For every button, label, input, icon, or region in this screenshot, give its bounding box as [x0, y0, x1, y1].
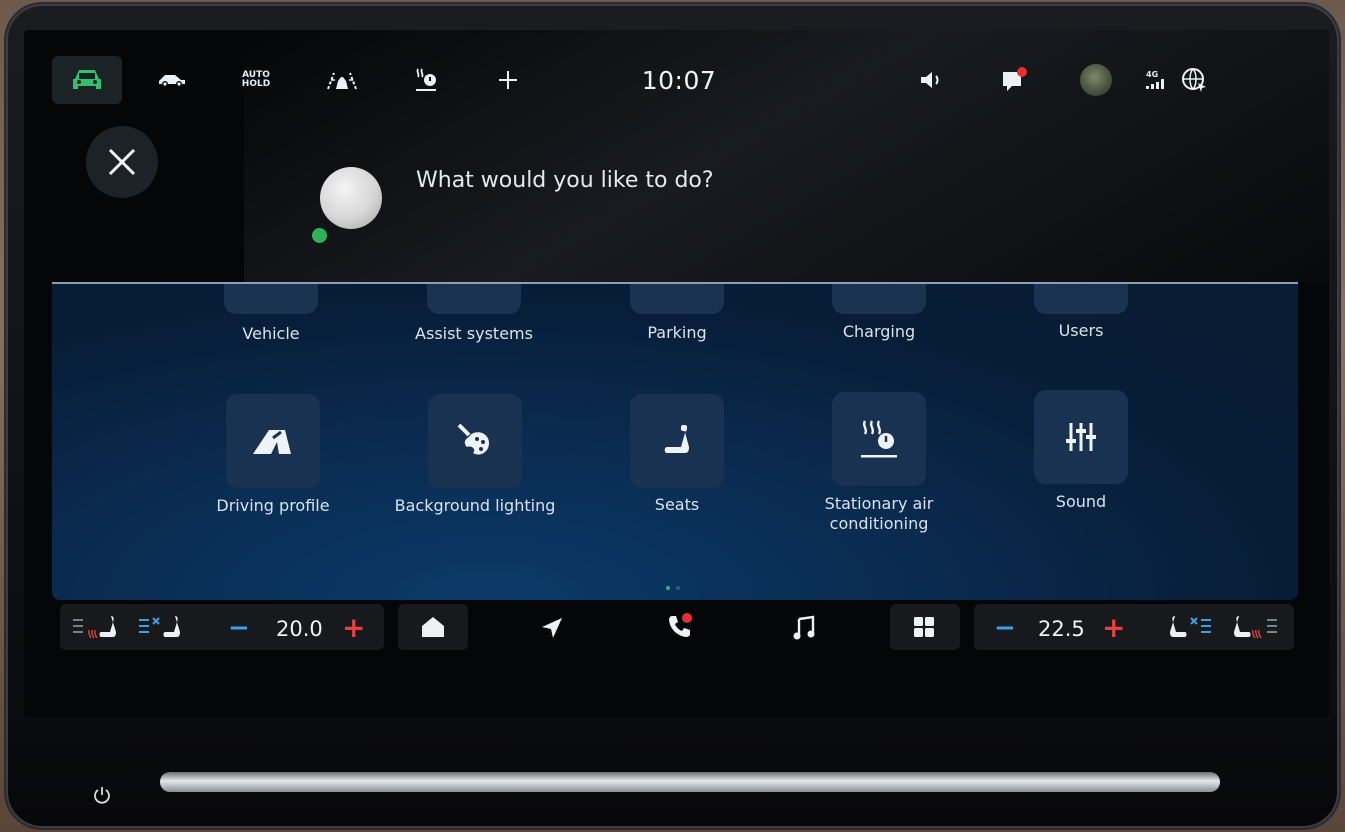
media-button[interactable] — [784, 610, 824, 646]
apps-panel: Vehicle Assist systems Parking Charging … — [52, 282, 1298, 600]
app-tile-parking[interactable] — [630, 284, 724, 314]
power-icon — [94, 787, 110, 804]
infotainment-screen: AUTO HOLD 10:07 4G What would you like t… — [24, 30, 1329, 718]
status-bar: AUTO HOLD 10:07 4G — [24, 30, 1329, 126]
seat-ventilation-icon — [1170, 616, 1211, 637]
car-status-button[interactable] — [52, 56, 122, 104]
assist-icon — [327, 72, 357, 90]
listening-indicator — [312, 228, 327, 243]
app-label-seats[interactable]: Seats — [577, 495, 777, 515]
seat-heating-left-button[interactable] — [70, 612, 122, 642]
page-indicator — [666, 586, 680, 590]
auto-hold-button[interactable]: AUTO HOLD — [236, 56, 276, 104]
stationary-heating-button[interactable] — [406, 56, 446, 104]
app-label-assist-systems[interactable]: Assist systems — [374, 324, 574, 344]
app-label-stationary-ac-line2: conditioning — [829, 514, 929, 533]
app-label-vehicle[interactable]: Vehicle — [171, 324, 371, 344]
app-label-stationary-ac[interactable]: Stationary air conditioning — [779, 494, 979, 534]
avatar — [1080, 64, 1112, 96]
app-label-charging[interactable]: Charging — [779, 322, 979, 342]
voice-assistant-orb[interactable] — [320, 167, 382, 229]
assistant-prompt: What would you like to do? — [416, 168, 714, 193]
app-label-parking[interactable]: Parking — [577, 323, 777, 343]
seat-heating-icon — [73, 616, 116, 639]
app-tile-seats[interactable] — [630, 394, 724, 488]
app-tile-background-lighting[interactable] — [428, 394, 522, 488]
car-side-icon — [159, 75, 185, 87]
phone-icon — [669, 613, 692, 637]
stationary-heating-icon — [416, 68, 436, 91]
palette-icon — [457, 423, 489, 455]
online-services-button[interactable] — [1176, 56, 1212, 104]
app-label-sound[interactable]: Sound — [981, 492, 1181, 512]
temp-right-decrease[interactable]: − — [994, 613, 1016, 643]
page-dot-active — [666, 586, 670, 590]
temp-left-decrease[interactable]: − — [228, 613, 250, 643]
app-tile-charging[interactable] — [832, 284, 926, 314]
seat-heating-icon — [1234, 616, 1277, 639]
phone-button[interactable] — [660, 608, 700, 644]
temp-right-value: 22.5 — [1038, 617, 1085, 641]
app-label-background-lighting[interactable]: Background lighting — [375, 496, 575, 516]
add-icon — [499, 71, 517, 89]
app-tile-driving-profile[interactable] — [226, 394, 320, 488]
seat-ventilation-right-button[interactable] — [1164, 612, 1216, 642]
climate-right: − 22.5 + — [974, 604, 1294, 650]
page-dot — [676, 586, 680, 590]
close-icon — [108, 148, 136, 176]
close-button[interactable] — [86, 126, 158, 198]
seat-ventilation-icon — [139, 616, 180, 637]
bottom-bar: − 20.0 + − 22.5 + — [24, 600, 1329, 660]
notifications-button[interactable] — [994, 56, 1034, 104]
navigation-arrow-icon — [542, 618, 562, 638]
auto-hold-line2: HOLD — [241, 79, 271, 89]
add-shortcut-button[interactable] — [488, 56, 528, 104]
user-profile-button[interactable] — [1076, 56, 1116, 104]
home-icon — [422, 617, 444, 637]
app-label-driving-profile[interactable]: Driving profile — [173, 496, 373, 516]
power-button[interactable] — [90, 783, 114, 807]
temp-right-increase[interactable]: + — [1102, 611, 1125, 644]
app-tile-users[interactable] — [1034, 284, 1128, 314]
assist-button[interactable] — [322, 56, 362, 104]
app-tile-sound[interactable] — [1034, 390, 1128, 484]
car-status-icon — [73, 70, 101, 89]
road-icon — [253, 430, 291, 454]
app-tile-assist-systems[interactable] — [427, 284, 521, 314]
app-grid-icon — [914, 617, 934, 637]
clock: 10:07 — [641, 65, 717, 95]
car-side-button[interactable] — [152, 56, 192, 104]
music-note-icon — [793, 615, 815, 640]
temp-left-value: 20.0 — [276, 617, 323, 641]
app-label-users[interactable]: Users — [981, 321, 1181, 341]
network-label: 4G — [1146, 70, 1159, 79]
app-tile-stationary-ac[interactable] — [832, 392, 926, 486]
signal-icon — [1146, 79, 1164, 89]
navigation-button[interactable] — [532, 610, 572, 646]
home-button[interactable] — [398, 604, 468, 650]
globe-icon — [1182, 68, 1206, 92]
stationary-ac-icon — [861, 420, 897, 458]
climate-left: − 20.0 + — [60, 604, 384, 650]
volume-button[interactable] — [912, 56, 952, 104]
apps-menu-button[interactable] — [890, 604, 960, 650]
volume-icon — [921, 72, 939, 88]
seat-ventilation-left-button[interactable] — [134, 612, 186, 642]
app-label-stationary-ac-line1: Stationary air — [824, 494, 934, 513]
equalizer-icon — [1066, 423, 1096, 451]
seat-icon — [664, 425, 689, 453]
notification-icon — [1003, 67, 1027, 91]
temp-left-increase[interactable]: + — [342, 611, 365, 644]
seat-heating-right-button[interactable] — [1228, 612, 1280, 642]
chrome-trim — [160, 772, 1220, 792]
app-tile-vehicle[interactable] — [224, 284, 318, 314]
